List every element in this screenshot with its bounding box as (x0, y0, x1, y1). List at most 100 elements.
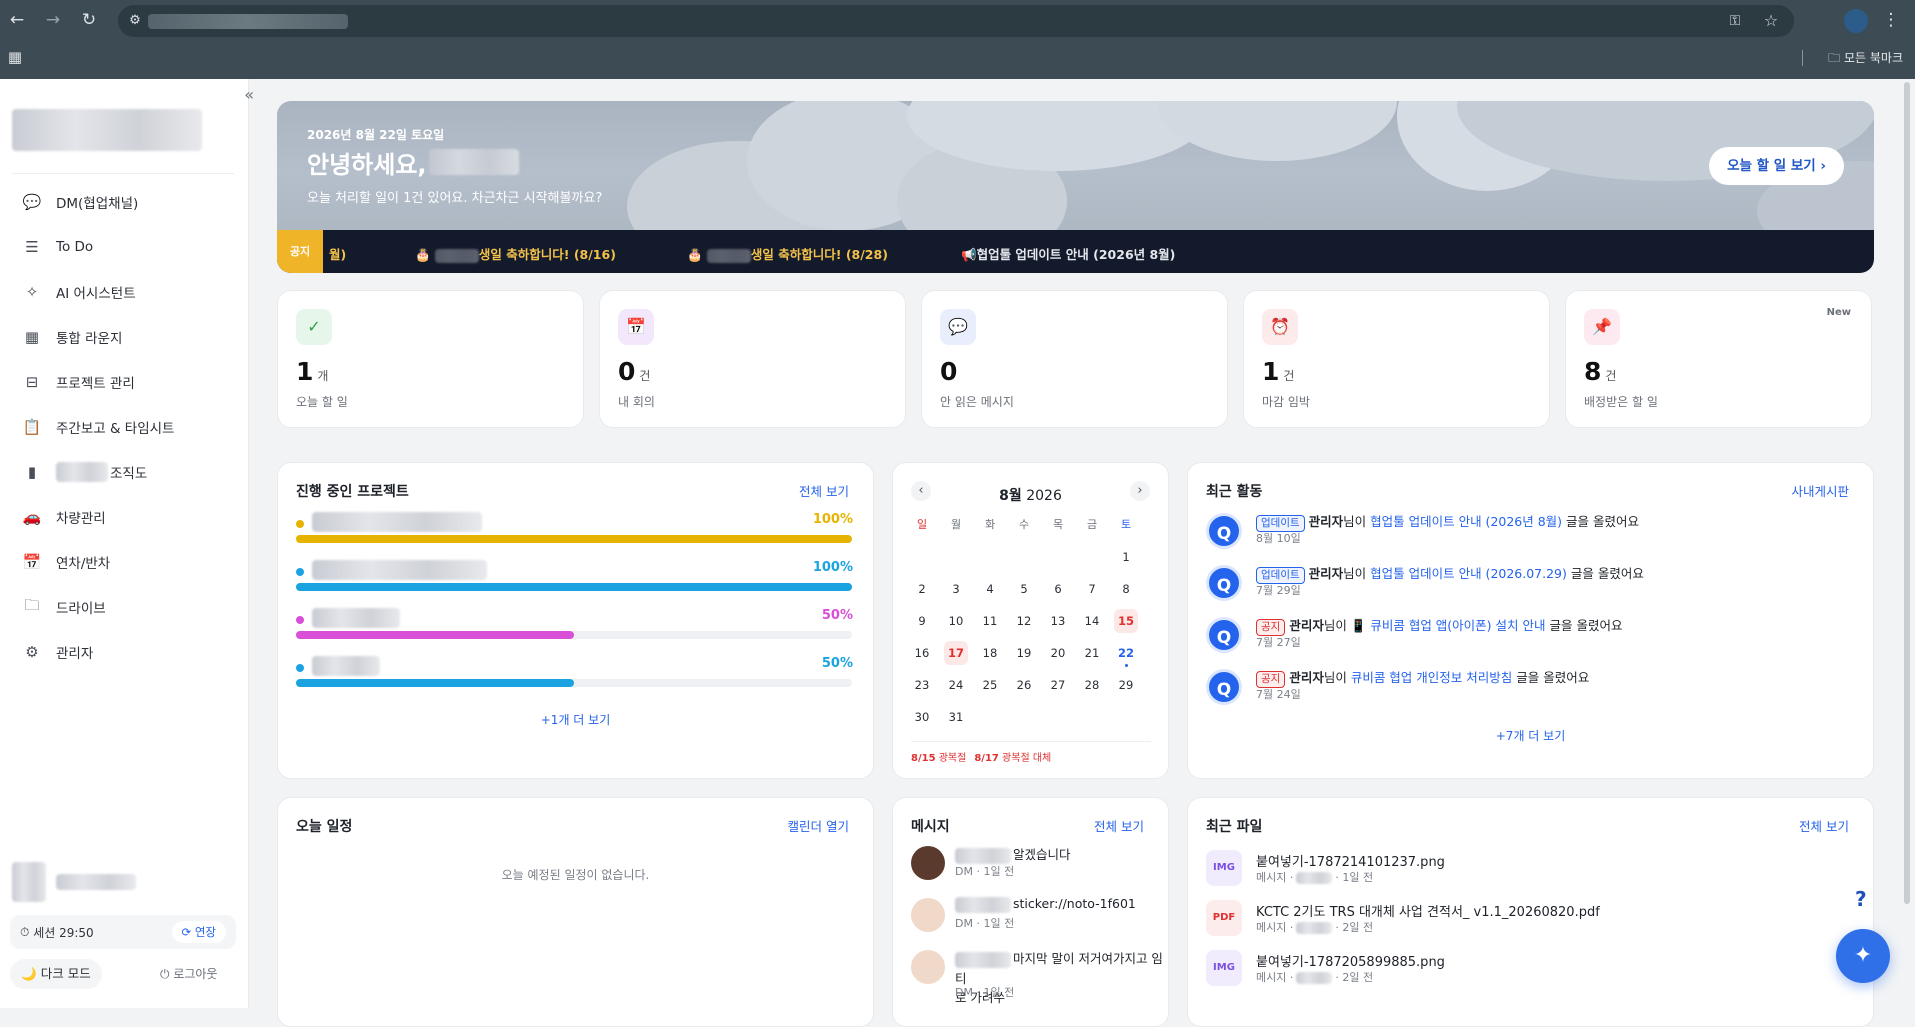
sidebar-item[interactable]: 📅 연차/반차 (22, 550, 232, 574)
activity-item[interactable]: 공지 관리자님이 큐비콤 협업 개인정보 처리방침 글을 올렸어요 (1256, 667, 1589, 688)
today-tasks-button[interactable]: 오늘 할 일 보기 › (1709, 147, 1844, 185)
avatar[interactable] (911, 898, 945, 932)
calendar-day[interactable]: 28 (1080, 673, 1104, 697)
calendar-day[interactable]: 4 (978, 577, 1002, 601)
stat-card[interactable]: 📌 8 건 배정받은 할 일 New (1565, 290, 1872, 428)
apps-icon[interactable]: ▦ (4, 47, 26, 67)
calendar-day[interactable]: 8 (1114, 577, 1138, 601)
calendar-day[interactable]: 19 (1012, 641, 1036, 665)
notice-item[interactable]: 📢협업툴 업데이트 안내 (2026년 8월) (961, 244, 1175, 263)
activity-item[interactable]: 공지 관리자님이 📱 큐비콤 협업 앱(아이폰) 설치 안내 글을 올렸어요 (1256, 615, 1622, 636)
calendar-day[interactable]: 31 (944, 705, 968, 729)
file-name[interactable]: 붙여넣기-1787205899885.png (1256, 951, 1445, 970)
all-bookmarks[interactable]: 🗀 모든 북마크 (1828, 49, 1903, 70)
calendar-day[interactable]: 24 (944, 673, 968, 697)
stat-card[interactable]: ✓ 1 개 오늘 할 일 (277, 290, 584, 428)
scrollbar[interactable] (1904, 82, 1910, 904)
activity-link[interactable]: 협업툴 업데이트 안내 (2026년 8월) (1370, 514, 1562, 529)
project-name[interactable] (312, 608, 400, 628)
notice-item[interactable]: 월) (329, 244, 346, 263)
sidebar-item[interactable]: 🚗 차량관리 (22, 505, 232, 529)
stat-card[interactable]: 💬 0 안 읽은 메시지 (921, 290, 1228, 428)
activity-item[interactable]: 업데이트 관리자님이 협업툴 업데이트 안내 (2026년 8월) 글을 올렸어요 (1256, 511, 1639, 532)
stat-card[interactable]: ⏰ 1 건 마감 임박 (1243, 290, 1550, 428)
activity-link[interactable]: 협업툴 업데이트 안내 (2026.07.29) (1370, 566, 1567, 581)
calendar-day[interactable]: 17 (944, 641, 968, 665)
calendar-day[interactable]: 20 (1046, 641, 1070, 665)
file-name[interactable]: KCTC 2기도 TRS 대개체 사업 견적서_ v1.1_20260820.p… (1256, 901, 1600, 920)
message-item[interactable]: sticker://noto-1f601 (955, 896, 1136, 913)
calendar-day[interactable]: 2 (910, 577, 934, 601)
file-name[interactable]: 붙여넣기-1787214101237.png (1256, 851, 1445, 870)
profile-avatar[interactable] (1844, 9, 1868, 33)
notice-item[interactable]: 🎂 생일 축하합니다! (8/28) (687, 244, 888, 263)
avatar[interactable] (911, 846, 945, 880)
calendar-day[interactable]: 10 (944, 609, 968, 633)
star-icon[interactable]: ☆ (1760, 11, 1782, 31)
logo[interactable] (12, 109, 202, 151)
calendar-day[interactable]: 3 (944, 577, 968, 601)
activity-more[interactable]: +7개 더 보기 (1188, 727, 1873, 744)
calendar-day[interactable]: 22 (1114, 641, 1138, 665)
calendar-day[interactable]: 26 (1012, 673, 1036, 697)
board-link[interactable]: 사내게시판 (1791, 481, 1849, 500)
calendar-day[interactable]: 12 (1012, 609, 1036, 633)
forward-icon[interactable]: → (42, 10, 64, 30)
site-settings-icon[interactable]: ⚙ (124, 11, 146, 31)
messages-view-all[interactable]: 전체 보기 (1094, 816, 1144, 835)
calendar-day[interactable]: 23 (910, 673, 934, 697)
sidebar-item[interactable]: ▦ 통합 라운지 (22, 325, 232, 349)
projects-more[interactable]: +1개 더 보기 (278, 711, 873, 728)
activity-link[interactable]: 큐비콤 협업 앱(아이폰) 설치 안내 (1370, 618, 1545, 633)
key-icon[interactable]: ⚿ (1724, 11, 1746, 31)
sidebar-item[interactable]: 📋 주간보고 & 타임시트 (22, 415, 232, 439)
sidebar-item[interactable]: ▮ 조직도 (22, 460, 232, 484)
projects-view-all[interactable]: 전체 보기 (799, 481, 849, 500)
message-item[interactable]: 알겠습니다 (955, 844, 1071, 864)
collapse-icon[interactable]: « (244, 85, 254, 104)
calendar-day[interactable]: 1 (1114, 545, 1138, 569)
logout-button[interactable]: ⏻ 로그아웃 (160, 965, 217, 982)
stat-card[interactable]: 📅 0 건 내 회의 (599, 290, 906, 428)
dark-mode-toggle[interactable]: 🌙 다크 모드 (10, 959, 102, 989)
project-name[interactable] (312, 560, 487, 580)
avatar[interactable] (12, 862, 46, 902)
calendar-day[interactable]: 13 (1046, 609, 1070, 633)
sidebar-item[interactable]: 🗀 드라이브 (22, 595, 232, 619)
calendar-day[interactable]: 27 (1046, 673, 1070, 697)
address-bar[interactable]: ⚙ ⚿ ☆ (118, 5, 1794, 37)
calendar-day[interactable]: 11 (978, 609, 1002, 633)
calendar-day[interactable]: 6 (1046, 577, 1070, 601)
sidebar-item[interactable]: 💬 DM(협업채널) (22, 190, 232, 214)
activity-item[interactable]: 업데이트 관리자님이 협업툴 업데이트 안내 (2026.07.29) 글을 올렸… (1256, 563, 1644, 584)
sidebar-item[interactable]: ⊟ 프로젝트 관리 (22, 370, 232, 394)
avatar[interactable] (911, 950, 945, 984)
calendar-day[interactable]: 21 (1080, 641, 1104, 665)
calendar-day[interactable]: 18 (978, 641, 1002, 665)
sidebar-item[interactable]: ☰ To Do (22, 235, 232, 259)
help-button[interactable]: ? (1855, 887, 1867, 911)
calendar-day[interactable]: 30 (910, 705, 934, 729)
back-icon[interactable]: ← (6, 10, 28, 30)
calendar-day[interactable]: 29 (1114, 673, 1138, 697)
next-month-button[interactable]: › (1130, 481, 1150, 501)
sidebar-item[interactable]: ⚙ 관리자 (22, 640, 232, 664)
calendar-day[interactable]: 16 (910, 641, 934, 665)
calendar-day[interactable]: 15 (1114, 609, 1138, 633)
activity-link[interactable]: 큐비콤 협업 개인정보 처리방침 (1351, 670, 1512, 685)
open-calendar-link[interactable]: 캘린더 열기 (788, 816, 849, 835)
sidebar-item[interactable]: ✧ AI 어시스턴트 (22, 280, 232, 304)
calendar-day[interactable]: 25 (978, 673, 1002, 697)
calendar-day[interactable]: 9 (910, 609, 934, 633)
extend-button[interactable]: ⟳ 연장 (171, 921, 226, 943)
ai-sparkle-button[interactable]: ✦ (1836, 929, 1890, 983)
calendar-day[interactable]: 5 (1012, 577, 1036, 601)
menu-icon[interactable]: ⋮ (1880, 10, 1902, 30)
files-view-all[interactable]: 전체 보기 (1799, 816, 1849, 835)
project-name[interactable] (312, 656, 380, 676)
reload-icon[interactable]: ↻ (78, 10, 100, 30)
project-name[interactable] (312, 512, 482, 532)
notice-item[interactable]: 🎂 생일 축하합니다! (8/16) (415, 244, 616, 263)
calendar-day[interactable]: 14 (1080, 609, 1104, 633)
calendar-day[interactable]: 7 (1080, 577, 1104, 601)
